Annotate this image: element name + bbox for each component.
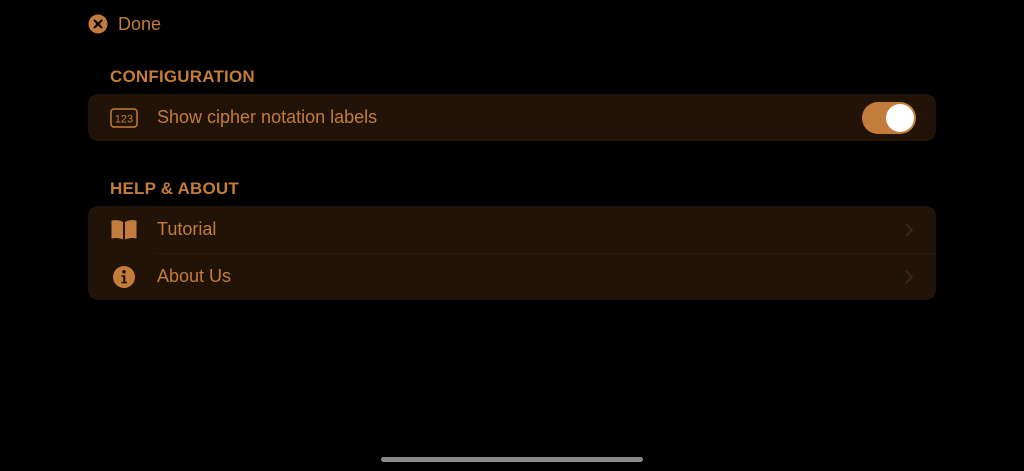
setting-label: Show cipher notation labels [157, 107, 378, 127]
svg-text:123: 123 [115, 113, 133, 125]
toggle-knob [886, 103, 914, 132]
settings-screen: Done CONFIGURATION 123 Show cipher notat… [0, 0, 1024, 471]
chevron-right-icon [905, 270, 913, 283]
home-indicator[interactable] [381, 457, 643, 462]
setting-row-cipher-labels[interactable]: 123 Show cipher notation labels [88, 94, 936, 141]
done-button[interactable]: Done [88, 12, 161, 36]
configuration-group: 123 Show cipher notation labels [88, 94, 936, 141]
section-header-help-about: HELP & ABOUT [110, 179, 239, 198]
cipher-labels-toggle[interactable] [862, 101, 916, 134]
help-about-group: Tutorial About Us [88, 206, 936, 300]
list-item-about-us[interactable]: About Us [88, 253, 936, 300]
info-circle-icon [110, 265, 138, 289]
close-circle-icon [88, 14, 108, 34]
book-icon [110, 218, 138, 242]
list-item-label: About Us [157, 266, 232, 286]
chevron-right-icon [905, 223, 913, 236]
done-label: Done [118, 13, 162, 34]
list-item-tutorial[interactable]: Tutorial [88, 206, 936, 253]
list-item-label: Tutorial [157, 219, 217, 239]
number-123-icon: 123 [110, 106, 138, 130]
section-header-configuration: CONFIGURATION [110, 67, 255, 86]
